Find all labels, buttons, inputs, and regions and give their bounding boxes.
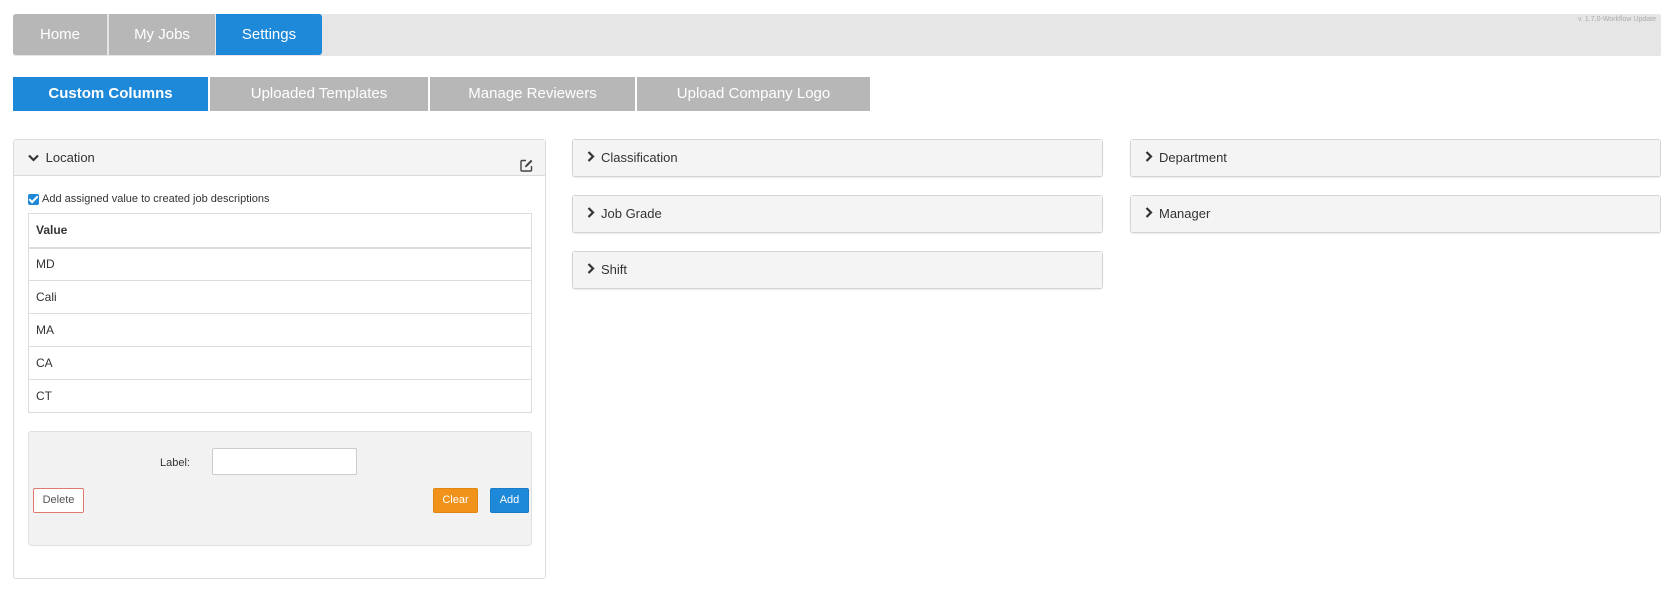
add-button[interactable]: Add [490,488,529,513]
chevron-right-icon [1145,198,1159,234]
location-panel: Location Add assigned value to created j… [13,139,546,579]
nav-tab-my-jobs[interactable]: My Jobs [109,14,215,55]
table-row[interactable]: CA [28,346,532,380]
classification-panel-header[interactable]: Classification [573,140,1102,176]
chevron-right-icon [587,142,601,178]
column-header-value: Value [28,213,532,249]
clear-button[interactable]: Clear [433,488,478,513]
chevron-right-icon [587,254,601,290]
chevron-right-icon [587,198,601,234]
department-panel[interactable]: Department [1130,139,1661,177]
manager-panel-header[interactable]: Manager [1131,196,1660,232]
table-row[interactable]: MD [28,247,532,281]
label-input[interactable] [212,448,357,475]
subtab-uploaded-templates[interactable]: Uploaded Templates [210,77,428,111]
value-cell: Cali [28,280,532,314]
assign-value-checkbox[interactable] [28,193,39,205]
value-form: Label: Delete Clear Add [28,431,532,546]
table-row[interactable]: MA [28,313,532,347]
nav-tab-home[interactable]: Home [13,14,107,55]
value-cell: MA [28,313,532,347]
subtab-custom-columns[interactable]: Custom Columns [13,77,208,111]
department-panel-title: Department [1159,150,1227,165]
subtab-manage-reviewers[interactable]: Manage Reviewers [430,77,635,111]
chevron-right-icon [1145,142,1159,178]
edit-icon[interactable] [520,150,533,172]
value-cell: MD [28,247,532,281]
values-table: Value MD Cali MA CA CT [28,213,532,413]
value-cell: CA [28,346,532,380]
shift-panel-header[interactable]: Shift [573,252,1102,288]
shift-panel[interactable]: Shift [572,251,1103,289]
location-panel-header[interactable]: Location [14,140,545,176]
department-panel-header[interactable]: Department [1131,140,1660,176]
subtab-upload-company-logo[interactable]: Upload Company Logo [637,77,870,111]
version-label: v. 1.7.0-Workflow Update [1578,16,1656,23]
label-field-label: Label: [160,457,190,469]
assign-value-checkbox-label: Add assigned value to created job descri… [42,193,270,205]
table-row[interactable]: CT [28,379,532,413]
table-row[interactable]: Cali [28,280,532,314]
job-grade-panel-title: Job Grade [601,206,662,221]
value-cell: CT [28,379,532,413]
job-grade-panel[interactable]: Job Grade [572,195,1103,233]
manager-panel[interactable]: Manager [1130,195,1661,233]
top-nav-bar: Home My Jobs Settings v. 1.7.0-Workflow … [13,14,1661,56]
assign-value-option: Add assigned value to created job descri… [28,193,269,205]
nav-tab-settings[interactable]: Settings [216,14,322,55]
location-panel-title: Location [45,150,95,165]
shift-panel-title: Shift [601,262,628,277]
manager-panel-title: Manager [1159,206,1211,221]
chevron-down-icon [28,142,42,178]
job-grade-panel-header[interactable]: Job Grade [573,196,1102,232]
classification-panel-title: Classification [601,150,678,165]
delete-button[interactable]: Delete [33,488,84,513]
classification-panel[interactable]: Classification [572,139,1103,177]
